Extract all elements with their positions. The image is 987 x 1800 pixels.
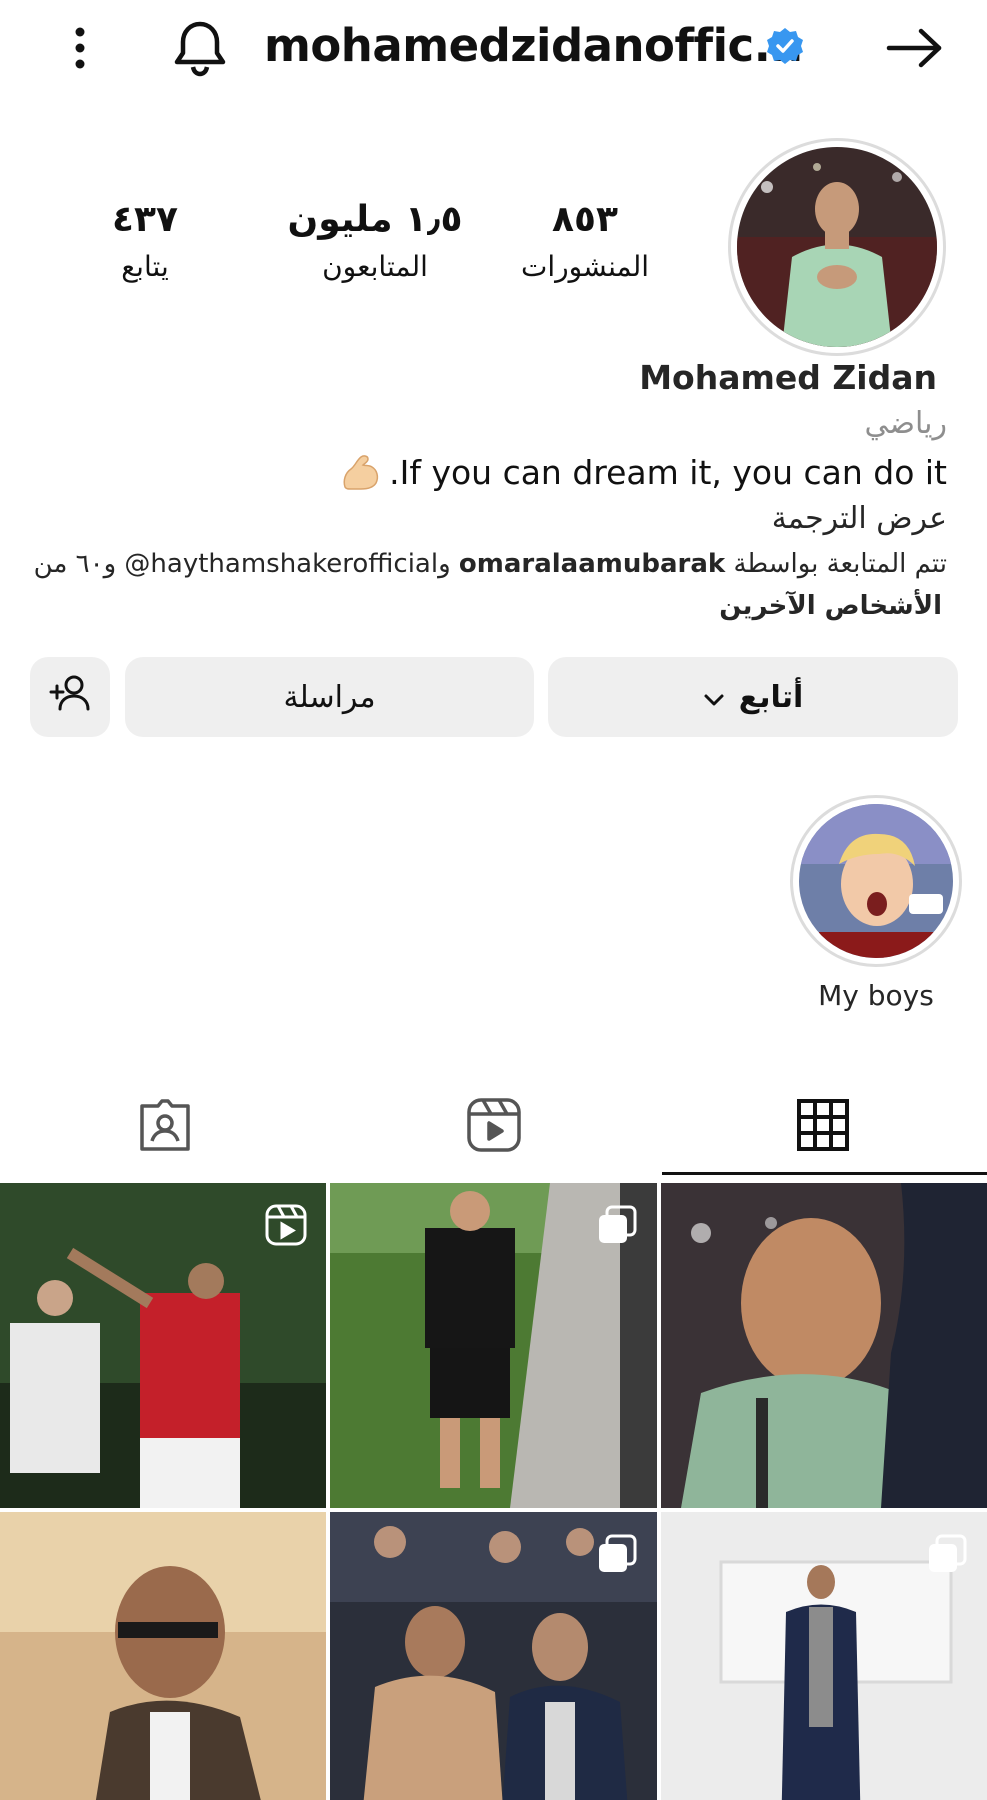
followed-by-suffix: و٦٠ من <box>33 549 117 579</box>
stat-following[interactable]: ٤٣٧ يتابع <box>80 195 210 289</box>
arrow-right-icon[interactable] <box>880 18 950 78</box>
posts-label: المنشورات <box>520 250 650 283</box>
followed-by-and: و <box>438 549 451 579</box>
grid-icon <box>796 1099 849 1155</box>
message-label: مراسلة <box>283 679 376 715</box>
add-user-icon <box>48 673 92 721</box>
followed-by-text[interactable]: تتم المتابعة بواسطة omaralaamubarak وhay… <box>27 544 947 584</box>
add-user-button[interactable] <box>30 657 110 737</box>
following-label: يتابع <box>121 250 169 283</box>
followed-by-others[interactable]: الأشخاص الآخرين <box>719 586 942 626</box>
flexed-biceps-icon <box>339 453 383 493</box>
post-tile[interactable] <box>0 1183 326 1508</box>
profile-avatar[interactable] <box>728 138 946 356</box>
carousel-badge-icon <box>595 1203 639 1247</box>
message-button[interactable]: مراسلة <box>125 657 534 737</box>
highlight-label: My boys <box>818 979 934 1012</box>
reels-icon <box>465 1096 523 1158</box>
avatar-photo <box>737 147 937 347</box>
post-tile[interactable] <box>330 1512 657 1800</box>
see-translation-link[interactable]: عرض الترجمة <box>772 496 947 542</box>
chevron-down-icon <box>703 680 725 715</box>
bio: .If you can dream it, you can do it <box>339 450 947 496</box>
full-name: Mohamed Zidan <box>639 358 937 397</box>
active-tab-indicator <box>662 1172 987 1175</box>
posts-count: ٨٥٣ <box>552 199 618 240</box>
post-tile[interactable] <box>330 1183 657 1508</box>
tab-tagged[interactable] <box>0 1080 329 1174</box>
tagged-icon <box>136 1096 194 1158</box>
stat-followers[interactable]: ١٫٥ مليون المتابعون <box>260 195 490 289</box>
highlight-my-boys[interactable] <box>790 795 962 967</box>
followed-by-user2[interactable]: haythamshakerofficial@ <box>124 549 438 579</box>
bell-icon[interactable] <box>168 16 232 80</box>
followed-by-prefix: تتم المتابعة بواسطة <box>733 549 947 579</box>
profile-header: mohamedzidanoffic... <box>0 0 987 100</box>
reel-badge-icon <box>264 1203 308 1247</box>
post-tile[interactable] <box>661 1183 987 1508</box>
highlight-cover <box>799 804 953 958</box>
followers-label: المتابعون <box>322 250 428 283</box>
post-tile[interactable] <box>661 1512 987 1800</box>
profile-category: رياضي <box>864 406 947 441</box>
carousel-badge-icon <box>925 1532 969 1576</box>
post-tile[interactable] <box>0 1512 326 1800</box>
profile-username: mohamedzidanoffic... <box>264 19 804 72</box>
followed-by-user1[interactable]: omaralaamubarak <box>459 549 725 579</box>
bio-text: .If you can dream it, you can do it <box>389 453 947 492</box>
follow-button[interactable]: أتابع <box>548 657 958 737</box>
followers-count: ١٫٥ مليون <box>287 199 463 240</box>
follow-label: أتابع <box>738 679 804 715</box>
tab-grid[interactable] <box>658 1080 987 1174</box>
tab-reels[interactable] <box>329 1080 658 1174</box>
carousel-badge-icon <box>595 1532 639 1576</box>
verified-badge-icon <box>765 26 805 66</box>
more-vertical-icon[interactable] <box>62 20 98 76</box>
posts-grid <box>0 1183 987 1800</box>
following-count: ٤٣٧ <box>112 199 178 240</box>
stat-posts[interactable]: ٨٥٣ المنشورات <box>500 195 670 289</box>
